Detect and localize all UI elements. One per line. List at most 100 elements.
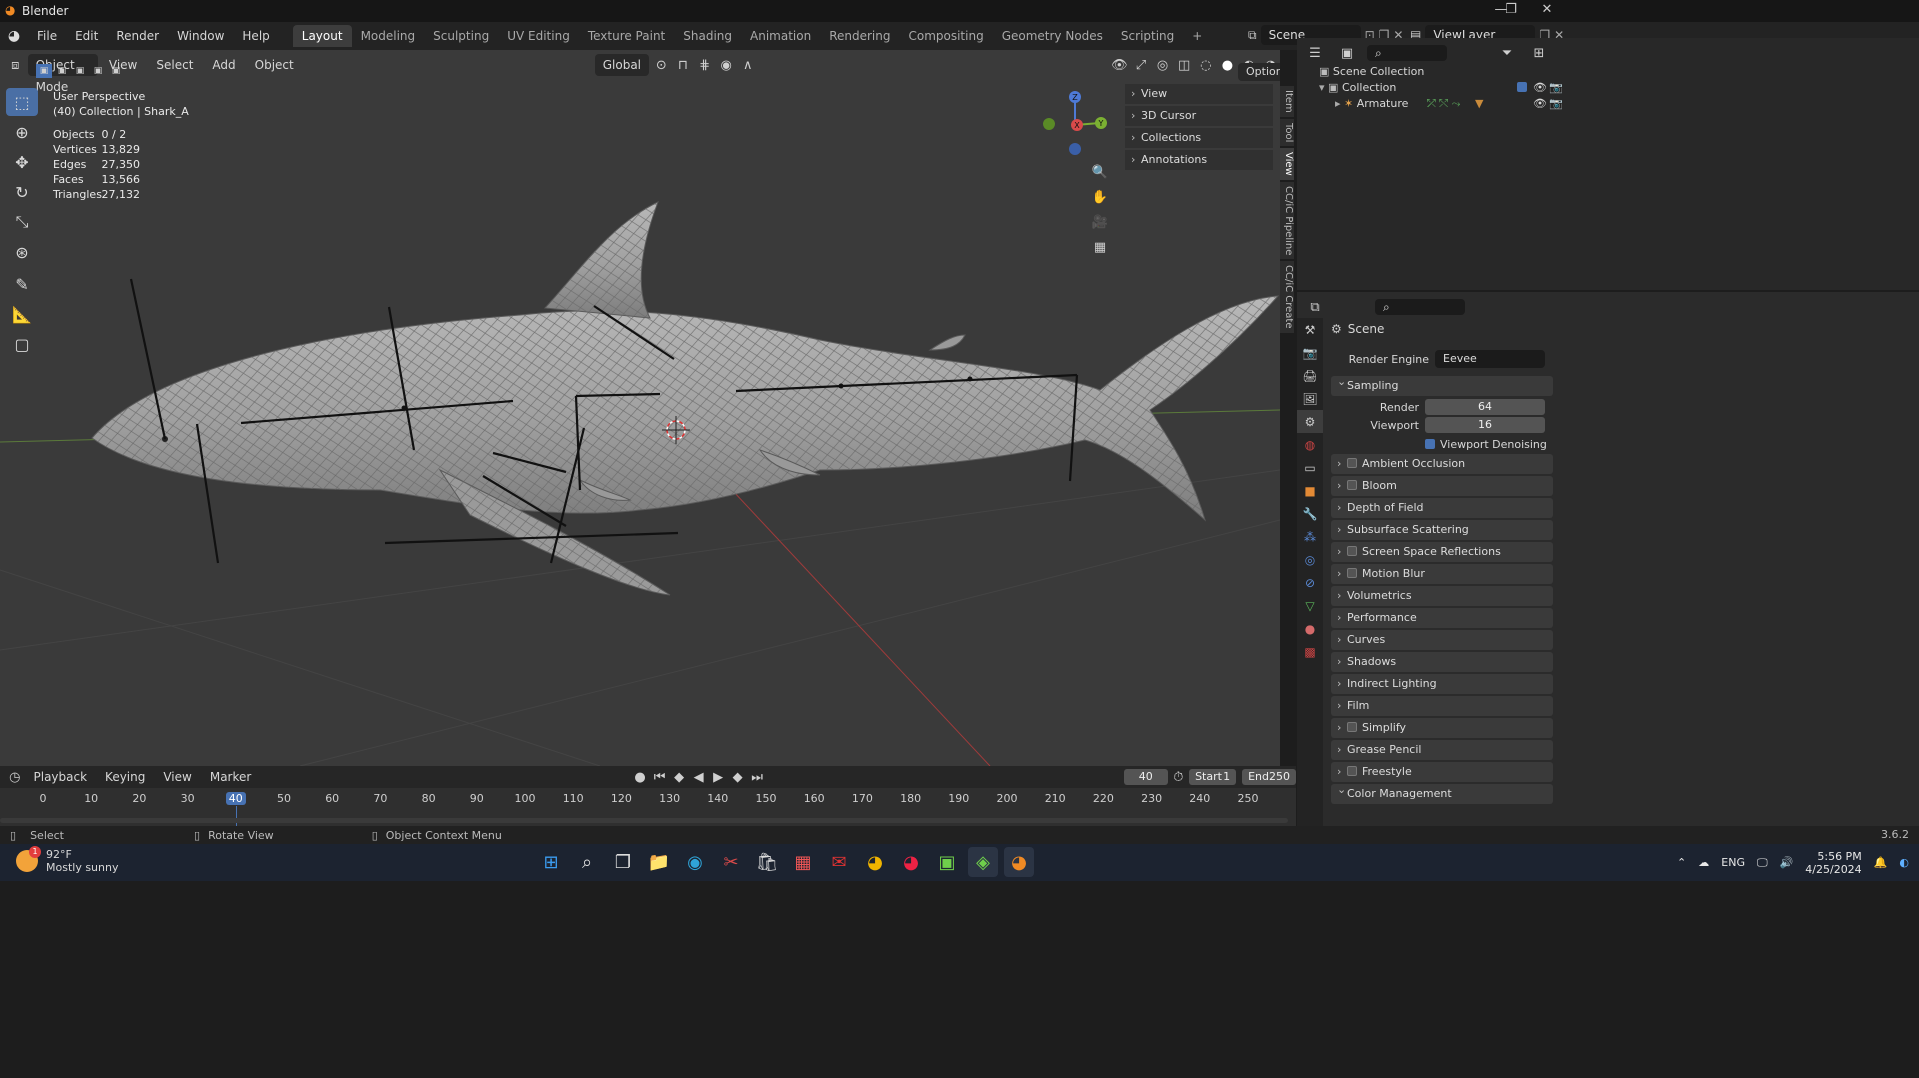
panel-indirect-lighting[interactable]: Indirect Lighting <box>1331 674 1553 694</box>
outliner-editor-type-icon[interactable]: ☰ <box>1303 42 1327 64</box>
pan-icon[interactable]: ✋ <box>1088 185 1112 210</box>
proportional-edit-icon[interactable]: ◉ <box>717 54 736 76</box>
viewport-denoising-checkbox[interactable]: Viewport Denoising <box>1325 434 1557 454</box>
menu-edit[interactable]: Edit <box>66 25 107 47</box>
snap-target-icon[interactable]: ⋕ <box>695 54 714 76</box>
tab-item[interactable]: Item <box>1280 86 1294 117</box>
expand-arrow-icon[interactable]: ▸ <box>1335 97 1341 110</box>
panel-grease-pencil[interactable]: Grease Pencil <box>1331 740 1553 760</box>
panel-enable-checkbox[interactable] <box>1347 458 1357 468</box>
file-explorer-icon[interactable]: 📁 <box>644 847 674 877</box>
play-icon[interactable]: ▶ <box>709 766 727 788</box>
scene-tab-icon[interactable]: ⚙ <box>1297 410 1323 433</box>
move-tool-icon[interactable]: ✥ <box>6 148 38 176</box>
panel-subsurface-scattering[interactable]: Subsurface Scattering <box>1331 520 1553 540</box>
edge-browser-icon[interactable]: ◉ <box>680 847 710 877</box>
mail-icon[interactable]: ✉ <box>824 847 854 877</box>
tool-tab-icon[interactable]: ⚒ <box>1297 318 1323 341</box>
eye-icon[interactable]: 👁 <box>1533 96 1547 112</box>
rotate-tool-icon[interactable]: ↻ <box>6 178 38 206</box>
tab-cc-pipeline[interactable]: CC/iC Pipeline <box>1280 181 1294 260</box>
panel-bloom[interactable]: Bloom <box>1331 476 1553 496</box>
tab-geometry-nodes[interactable]: Geometry Nodes <box>993 25 1112 47</box>
auto-keying-icon[interactable]: ● <box>631 766 649 788</box>
menu-file[interactable]: File <box>28 25 66 47</box>
modifier-tab-icon[interactable]: 🔧 <box>1297 502 1323 525</box>
overlay-toggle-icon[interactable]: ◎ <box>1153 54 1172 76</box>
panel-performance[interactable]: Performance <box>1331 608 1553 628</box>
render-tab-icon[interactable]: 📷 <box>1297 341 1323 364</box>
zoom-icon[interactable]: 🔍 <box>1088 160 1112 185</box>
panel-screen-space-reflections[interactable]: Screen Space Reflections <box>1331 542 1553 562</box>
stopwatch-icon[interactable]: ⏱ <box>1170 766 1188 788</box>
character-creator-icon[interactable]: ▣ <box>932 847 962 877</box>
add-cube-tool-icon[interactable]: ▢ <box>6 330 38 358</box>
output-tab-icon[interactable]: 🖨 <box>1297 364 1323 387</box>
search-icon[interactable]: ⌕ <box>572 847 602 877</box>
npanel-annotations[interactable]: Annotations <box>1125 150 1273 170</box>
task-view-icon[interactable]: ❐ <box>608 847 638 877</box>
options-dropdown[interactable]: Options <box>1238 63 1280 81</box>
timeline-menu-view[interactable]: View <box>155 766 199 788</box>
render-engine-dropdown[interactable]: Eevee <box>1435 350 1545 368</box>
panel-freestyle[interactable]: Freestyle <box>1331 762 1553 782</box>
jump-end-icon[interactable]: ⏭ <box>748 766 766 788</box>
select-new-icon[interactable]: ▣ <box>36 64 52 78</box>
windows-start-icon[interactable]: ⊞ <box>536 847 566 877</box>
viewport-samples-field[interactable]: 16 <box>1425 417 1545 433</box>
gizmo-neg-z-axis[interactable] <box>1069 143 1081 155</box>
language-indicator[interactable]: ENG <box>1721 856 1745 869</box>
play-reverse-icon[interactable]: ◀ <box>690 766 708 788</box>
gizmo-neg-y-axis[interactable] <box>1043 118 1055 130</box>
select-intersect-icon[interactable]: ▣ <box>108 64 124 78</box>
tab-cc-create[interactable]: CC/iC Create <box>1280 261 1294 333</box>
volume-icon[interactable]: 🔊 <box>1780 856 1794 869</box>
render-camera-icon[interactable]: 📷 <box>1549 96 1563 112</box>
menu-window[interactable]: Window <box>168 25 233 47</box>
panel-enable-checkbox[interactable] <box>1347 766 1357 776</box>
viewport-menu-select[interactable]: Select <box>148 54 201 76</box>
outliner-armature[interactable]: ▸ ✶ Armature ⤱ ⤲ ⤳ ▼ 👁 📷 <box>1335 96 1563 112</box>
pivot-point-icon[interactable]: ⊙ <box>652 54 671 76</box>
tab-uv-editing[interactable]: UV Editing <box>498 25 579 47</box>
tab-tool[interactable]: Tool <box>1280 118 1294 147</box>
particles-tab-icon[interactable]: ⁂ <box>1297 525 1323 548</box>
tab-rendering[interactable]: Rendering <box>820 25 899 47</box>
app-grid-icon[interactable]: ▦ <box>788 847 818 877</box>
editor-type-icon[interactable]: ⧈ <box>6 54 25 76</box>
cursor-tool-icon[interactable]: ⊕ <box>6 118 38 146</box>
timeline-editor-type-icon[interactable]: ◷ <box>6 766 24 788</box>
tab-layout[interactable]: Layout <box>292 25 352 47</box>
texture-tab-icon[interactable]: ▩ <box>1297 640 1323 663</box>
panel-enable-checkbox[interactable] <box>1347 480 1357 490</box>
collection-checkbox[interactable] <box>1517 80 1532 96</box>
shark-mesh[interactable] <box>91 201 1280 596</box>
outliner-collection[interactable]: ▾ ▣ Collection 👁 📷 <box>1319 80 1563 96</box>
falloff-icon[interactable]: ∧ <box>738 54 757 76</box>
xray-icon[interactable]: ◫ <box>1175 54 1194 76</box>
eye-icon[interactable]: 👁 <box>1533 80 1547 96</box>
select-box-tool-icon[interactable]: ⬚ <box>6 88 38 116</box>
material-tab-icon[interactable]: ● <box>1297 617 1323 640</box>
panel-color-management[interactable]: Color Management <box>1331 780 1553 804</box>
outliner-scene-collection[interactable]: ▣ Scene Collection <box>1319 64 1424 80</box>
blender-menu-icon[interactable]: ◕ <box>0 28 28 44</box>
tab-animation[interactable]: Animation <box>741 25 820 47</box>
properties-editor-type-icon[interactable]: ⧉ <box>1303 296 1327 318</box>
panel-shadows[interactable]: Shadows <box>1331 652 1553 672</box>
network-icon[interactable]: 🖵 <box>1757 856 1768 870</box>
view-layer-tab-icon[interactable]: 🖼 <box>1297 387 1323 410</box>
scale-tool-icon[interactable]: ⤡ <box>6 208 38 236</box>
panel-film[interactable]: Film <box>1331 696 1553 716</box>
next-keyframe-icon[interactable]: ◆ <box>729 766 747 788</box>
tab-shading[interactable]: Shading <box>674 25 741 47</box>
panel-motion-blur[interactable]: Motion Blur <box>1331 564 1553 584</box>
select-invert-icon[interactable]: ▣ <box>90 64 106 78</box>
npanel-view[interactable]: View <box>1125 84 1273 104</box>
microsoft-store-icon[interactable]: 🛍 <box>752 847 782 877</box>
data-tab-icon[interactable]: ▽ <box>1297 594 1323 617</box>
outliner-search-input[interactable]: ⌕ <box>1367 45 1447 61</box>
wireframe-shading-icon[interactable]: ◌ <box>1197 54 1216 76</box>
navigation-gizmo[interactable]: Z Y X <box>1040 88 1110 160</box>
panel-ambient-occlusion[interactable]: Ambient Occlusion <box>1331 454 1553 474</box>
